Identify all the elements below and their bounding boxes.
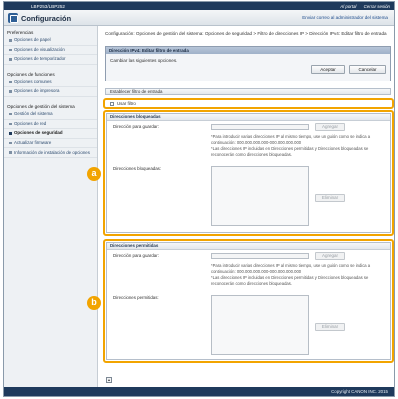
blocked-note-priority: *Las direcciones IP incluidas en Direcci… — [211, 146, 369, 157]
blocked-list-label: Direcciones bloqueadas: — [113, 166, 162, 171]
sidebar-item-paper[interactable]: Opciones de papel — [4, 36, 97, 46]
sidebar-item-options-info[interactable]: Información de instalación de opciones — [4, 148, 97, 158]
sidebar-item-network[interactable]: Opciones de red — [4, 120, 97, 130]
use-filter-checkbox[interactable] — [110, 101, 114, 106]
dialog-message: Cambiar las siguientes opciones. — [110, 58, 178, 63]
use-filter-row[interactable]: Usar filtro — [110, 101, 136, 106]
blocked-panel-title: Direcciones bloqueadas — [107, 114, 390, 121]
sidebar-item-printer[interactable]: Opciones de impresora — [4, 87, 97, 97]
top-links: Al portal Cerrar sesión — [334, 4, 390, 9]
blocked-addresses-panel: Direcciones bloqueadas Dirección para gu… — [106, 113, 391, 233]
allowed-note-range: *Para introducir varias direcciones IP a… — [211, 263, 371, 274]
sidebar-item-system-management[interactable]: Gestión del sistema — [4, 110, 97, 120]
allowed-delete-button[interactable]: Eliminar — [315, 323, 345, 331]
blocked-address-input[interactable] — [211, 124, 309, 130]
app-window: LBP253/LBP252 Al portal Cerrar sesión Co… — [3, 1, 395, 397]
blocked-delete-button[interactable]: Eliminar — [315, 194, 345, 202]
top-bar: LBP253/LBP252 Al portal Cerrar sesión — [4, 2, 394, 10]
sidebar-item-security[interactable]: Opciones de seguridad — [4, 129, 97, 139]
portal-link[interactable]: Al portal — [340, 4, 356, 9]
blocked-note-range: *Para introducir varias direcciones IP a… — [211, 134, 371, 145]
page-header: Configuración Enviar correo al administr… — [4, 10, 394, 26]
allowed-address-label: Dirección para guardar: — [113, 253, 159, 258]
sidebar-item-display[interactable]: Opciones de visualización — [4, 46, 97, 56]
settings-logo-icon — [8, 13, 18, 23]
footer: Copyright CANON INC. 2015 — [4, 387, 394, 396]
allowed-address-input[interactable] — [211, 253, 309, 259]
marker-b: b — [87, 296, 101, 310]
blocked-address-list[interactable] — [211, 166, 309, 226]
blocked-add-button[interactable]: Agregar — [315, 123, 345, 131]
ok-button[interactable]: Aceptar — [311, 65, 345, 74]
page-title: Configuración — [21, 14, 72, 23]
cancel-button[interactable]: Cancelar — [349, 65, 386, 74]
logout-link[interactable]: Cerrar sesión — [364, 4, 390, 9]
sidebar-section-functions: Opciones de funciones — [7, 71, 55, 77]
allowed-list-label: Direcciones permitidas: — [113, 295, 159, 300]
allowed-addresses-panel: Direcciones permitidas Dirección para gu… — [106, 242, 391, 360]
sidebar-item-timer[interactable]: Opciones de temporizador — [4, 55, 97, 65]
highlight-use-filter — [103, 98, 394, 109]
sidebar: Preferencias Opciones de papel Opciones … — [4, 26, 98, 396]
allowed-panel-title: Direcciones permitidas — [107, 243, 390, 250]
dialog-title: Dirección IPv4: Editar filtro de entrada — [106, 47, 390, 54]
breadcrumb: Configuración: Opciones de gestión del s… — [105, 31, 387, 36]
device-model: LBP253/LBP252 — [31, 3, 65, 9]
sidebar-item-firmware[interactable]: Actualizar firmware — [4, 139, 97, 149]
dialog-body: Cambiar las siguientes opciones. Aceptar… — [106, 54, 390, 81]
use-filter-label: Usar filtro — [117, 101, 136, 106]
sidebar-section-preferences: Preferencias — [7, 30, 34, 35]
allowed-address-list[interactable] — [211, 295, 309, 355]
allowed-add-button[interactable]: Agregar — [315, 252, 345, 260]
sidebar-item-common[interactable]: Opciones comunes — [4, 78, 97, 88]
mail-admin-link[interactable]: Enviar correo al administrador del siste… — [302, 15, 388, 20]
sidebar-section-system: Opciones de gestión del sistema — [7, 103, 75, 109]
marker-a: a — [87, 167, 101, 181]
blocked-address-label: Dirección para guardar: — [113, 124, 159, 129]
edit-dialog: Dirección IPv4: Editar filtro de entrada… — [105, 46, 391, 81]
filter-section-header: Establecer filtro de entrada — [105, 88, 391, 95]
allowed-note-priority: *Las direcciones IP incluidas en Direcci… — [211, 275, 369, 286]
go-top-icon[interactable] — [106, 377, 112, 383]
